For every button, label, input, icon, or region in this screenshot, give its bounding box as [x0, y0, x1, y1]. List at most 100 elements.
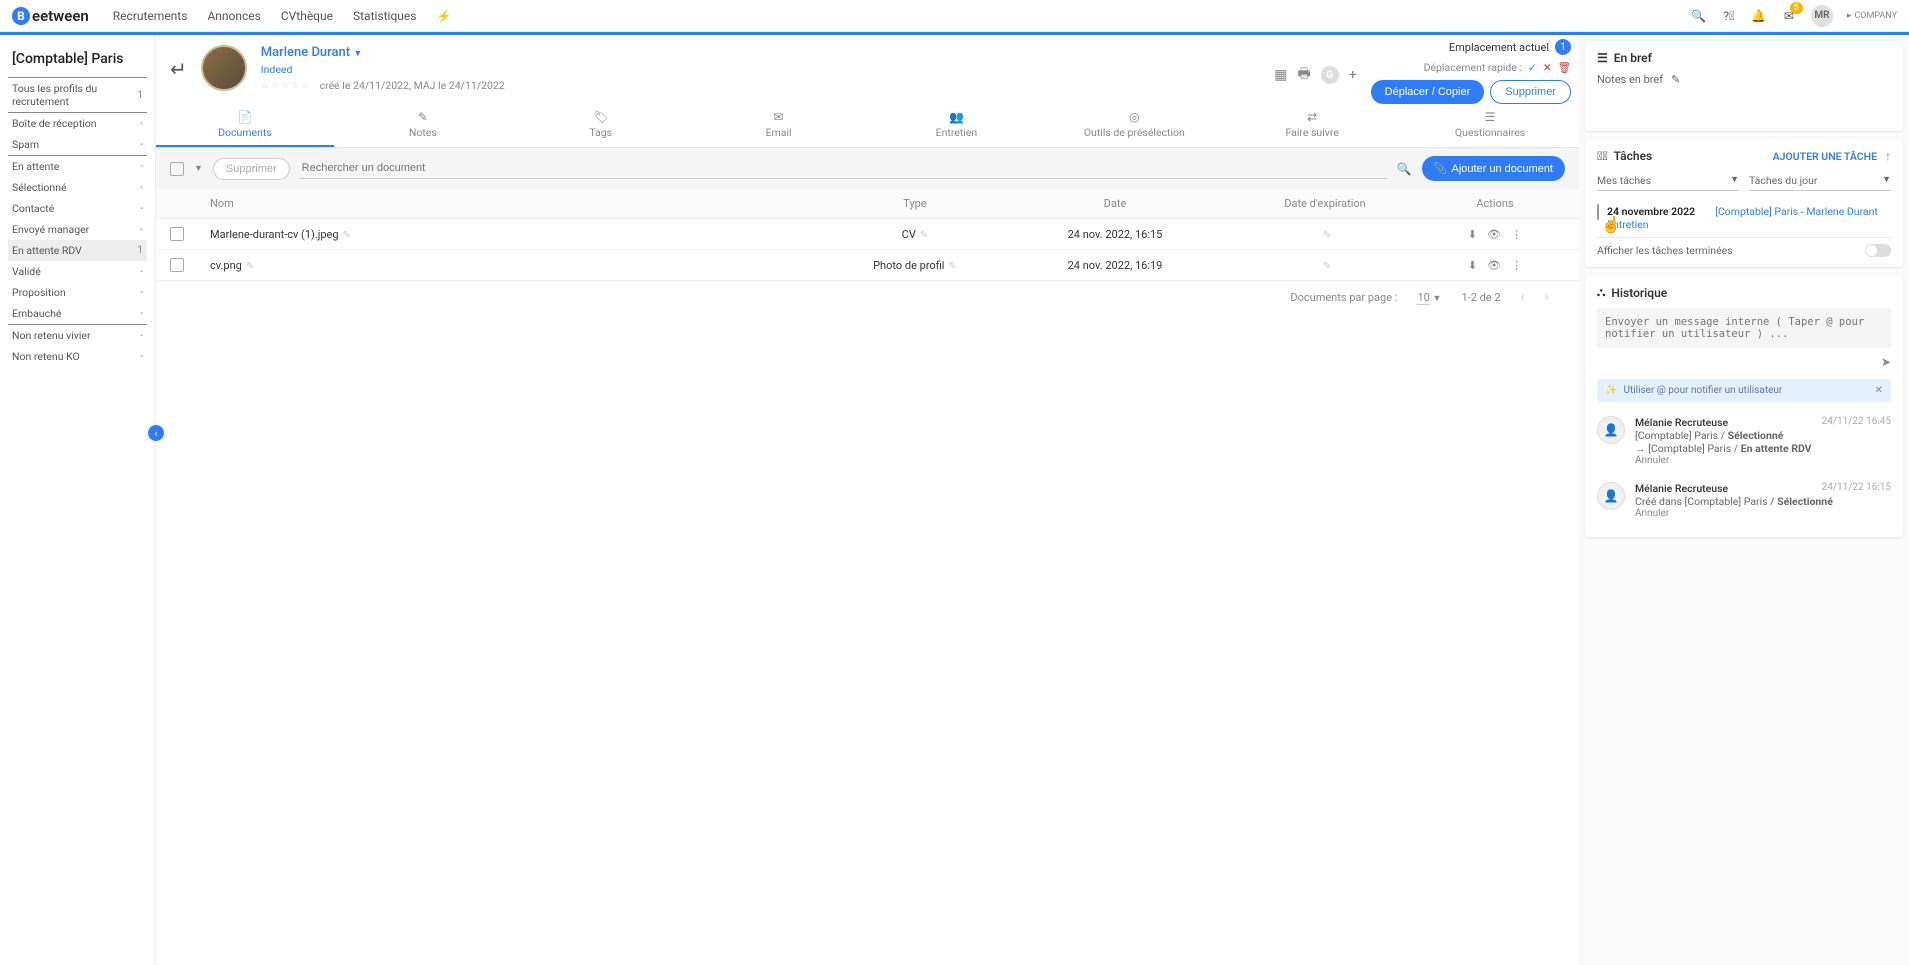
- task-type[interactable]: Entretien: [1607, 218, 1878, 231]
- tab-faire-suivre[interactable]: ⇄Faire suivre: [1223, 104, 1401, 147]
- quick-delete-icon[interactable]: 🗑: [1558, 61, 1571, 74]
- edit-icon[interactable]: ✎: [1323, 261, 1331, 272]
- plus-icon[interactable]: +: [1349, 67, 1357, 83]
- internal-message-input[interactable]: [1597, 308, 1891, 348]
- row-checkbox[interactable]: [170, 227, 184, 241]
- print-icon[interactable]: 🖶: [1297, 63, 1310, 87]
- edit-icon[interactable]: ✎: [246, 261, 254, 272]
- emplacement-label: Emplacement actuel: [1449, 41, 1549, 54]
- task-filter-today[interactable]: Tâches du jour ▼: [1749, 171, 1891, 191]
- sidebar-item[interactable]: Validé-: [8, 261, 147, 282]
- delete-docs-button[interactable]: Supprimer: [213, 158, 290, 180]
- quick-reject-icon[interactable]: ✕: [1543, 61, 1552, 74]
- edit-icon[interactable]: ✎: [343, 230, 351, 241]
- candidate-name[interactable]: Marlene Durant ▼: [261, 45, 505, 60]
- quick-accept-icon[interactable]: ✓: [1528, 61, 1537, 74]
- tab-entretien[interactable]: 👥Entretien: [868, 104, 1046, 147]
- per-page-select[interactable]: 10: [1417, 291, 1429, 305]
- download-icon[interactable]: ⬇: [1468, 228, 1477, 241]
- prev-page[interactable]: ‹: [1521, 289, 1525, 305]
- sidebar-item-count: -: [140, 224, 143, 235]
- add-document-button[interactable]: 📎Ajouter un document: [1422, 156, 1565, 181]
- completed-toggle[interactable]: [1865, 244, 1891, 257]
- sidebar-item[interactable]: Tous les profils du recrutement1: [8, 78, 147, 112]
- collapse-icon[interactable]: ↑: [1885, 149, 1891, 163]
- delete-button[interactable]: Supprimer: [1490, 80, 1571, 104]
- logo[interactable]: Beetween: [12, 7, 89, 25]
- help-icon[interactable]: ?⃝: [1721, 8, 1737, 24]
- nav-statistiques[interactable]: Statistiques: [353, 9, 416, 23]
- bolt-icon[interactable]: ⚡: [436, 9, 451, 23]
- mail-icon: ✉: [774, 110, 784, 124]
- select-dropdown-icon[interactable]: ▼: [194, 163, 203, 174]
- view-icon[interactable]: 👁: [1487, 228, 1501, 241]
- task-filter-mine[interactable]: Mes tâches ▼: [1597, 171, 1739, 191]
- row-checkbox[interactable]: [170, 258, 184, 272]
- edit-icon[interactable]: ✎: [948, 261, 956, 272]
- view-icon[interactable]: 👁: [1487, 259, 1501, 272]
- task-candidate-link[interactable]: Marlene Durant: [1806, 205, 1878, 218]
- collapse-sidebar-button[interactable]: ‹: [148, 425, 164, 441]
- sidebar-item-count: -: [140, 161, 143, 172]
- undo-link[interactable]: Annuler: [1635, 455, 1891, 466]
- nav-annonces[interactable]: Annonces: [207, 9, 260, 23]
- more-icon[interactable]: ⋮: [1511, 228, 1522, 241]
- search-icon[interactable]: 🔍: [1397, 162, 1412, 176]
- emplacement-actuel[interactable]: Emplacement actuel 1: [1449, 39, 1571, 55]
- undo-link[interactable]: Annuler: [1635, 508, 1891, 519]
- sidebar-item[interactable]: Non retenu KO-: [8, 346, 147, 367]
- edit-icon[interactable]: ✎: [1323, 230, 1331, 241]
- sidebar-item-count: -: [140, 203, 143, 214]
- rating-stars[interactable]: ☆☆☆☆☆: [261, 80, 310, 91]
- chevron-down-icon[interactable]: ▼: [1433, 294, 1442, 304]
- send-icon[interactable]: ➤: [1881, 355, 1891, 369]
- tab-tags[interactable]: 🏷Tags: [512, 104, 690, 147]
- select-all-checkbox[interactable]: [170, 162, 184, 176]
- user-icon: 👤: [1597, 482, 1625, 510]
- sidebar-item[interactable]: Sélectionné-: [8, 177, 147, 198]
- sidebar-item[interactable]: En attente-: [8, 156, 147, 177]
- edit-icon[interactable]: ✎: [920, 230, 928, 241]
- history-item: 👤Mélanie Recruteuse24/11/22 16:45[Compta…: [1597, 408, 1891, 474]
- sidebar-item[interactable]: Non retenu vivier-: [8, 325, 147, 346]
- tab-questionnaires[interactable]: ☰Questionnaires: [1401, 104, 1579, 147]
- google-icon[interactable]: G: [1321, 66, 1339, 84]
- sidebar-item[interactable]: Proposition-: [8, 282, 147, 303]
- sidebar-item[interactable]: Spam-: [8, 134, 147, 155]
- sidebar-item[interactable]: Contacté-: [8, 198, 147, 219]
- tab-email[interactable]: ✉Email: [690, 104, 868, 147]
- sidebar-item[interactable]: Envoyé manager-: [8, 219, 147, 240]
- sidebar-item[interactable]: Boîte de réception-: [8, 113, 147, 134]
- download-icon[interactable]: ⬇: [1468, 259, 1477, 272]
- tab-documents[interactable]: 📄Documents: [156, 104, 334, 147]
- doc-name[interactable]: Marlene-durant-cv (1).jpeg✎: [210, 228, 825, 241]
- task-job-link[interactable]: [Comptable] Paris: [1715, 205, 1798, 218]
- more-icon[interactable]: ⋮: [1511, 259, 1522, 272]
- candidate-source[interactable]: Indeed: [261, 63, 505, 76]
- chevron-down-icon[interactable]: ▼: [353, 49, 362, 59]
- company-logo[interactable]: ▸ COMPANY: [1847, 11, 1897, 21]
- search-icon[interactable]: 🔍: [1691, 8, 1707, 24]
- next-page[interactable]: ›: [1545, 289, 1549, 305]
- tab-notes[interactable]: ✎Notes: [334, 104, 512, 147]
- task-checkbox[interactable]: [1597, 204, 1599, 220]
- add-task-link[interactable]: AJOUTER UNE TÂCHE: [1773, 150, 1877, 163]
- sidebar-item[interactable]: En attente RDV1: [8, 240, 147, 261]
- candidate-avatar[interactable]: [201, 45, 247, 91]
- qr-icon[interactable]: ▦: [1274, 67, 1287, 83]
- tab-outils[interactable]: ◎Outils de présélection: [1045, 104, 1223, 147]
- edit-icon[interactable]: ✎: [1671, 73, 1680, 86]
- nav-cvtheque[interactable]: CVthèque: [281, 9, 333, 23]
- move-copy-button[interactable]: Déplacer / Copier: [1371, 80, 1485, 104]
- nav-recrutements[interactable]: Recrutements: [113, 9, 188, 23]
- doc-name[interactable]: cv.png✎: [210, 259, 825, 272]
- hist-time: 24/11/22 16:15: [1822, 482, 1891, 495]
- bell-icon[interactable]: 🔔: [1751, 8, 1767, 24]
- sidebar-item[interactable]: Embauché-: [8, 303, 147, 324]
- sidebar-item-label: Embauché: [12, 307, 61, 320]
- user-avatar[interactable]: MR: [1811, 5, 1833, 27]
- inbox-icon[interactable]: ✉5: [1781, 8, 1797, 24]
- search-document-input[interactable]: [300, 158, 1387, 179]
- back-icon[interactable]: ↵: [170, 57, 187, 81]
- close-icon[interactable]: ✕: [1875, 385, 1883, 396]
